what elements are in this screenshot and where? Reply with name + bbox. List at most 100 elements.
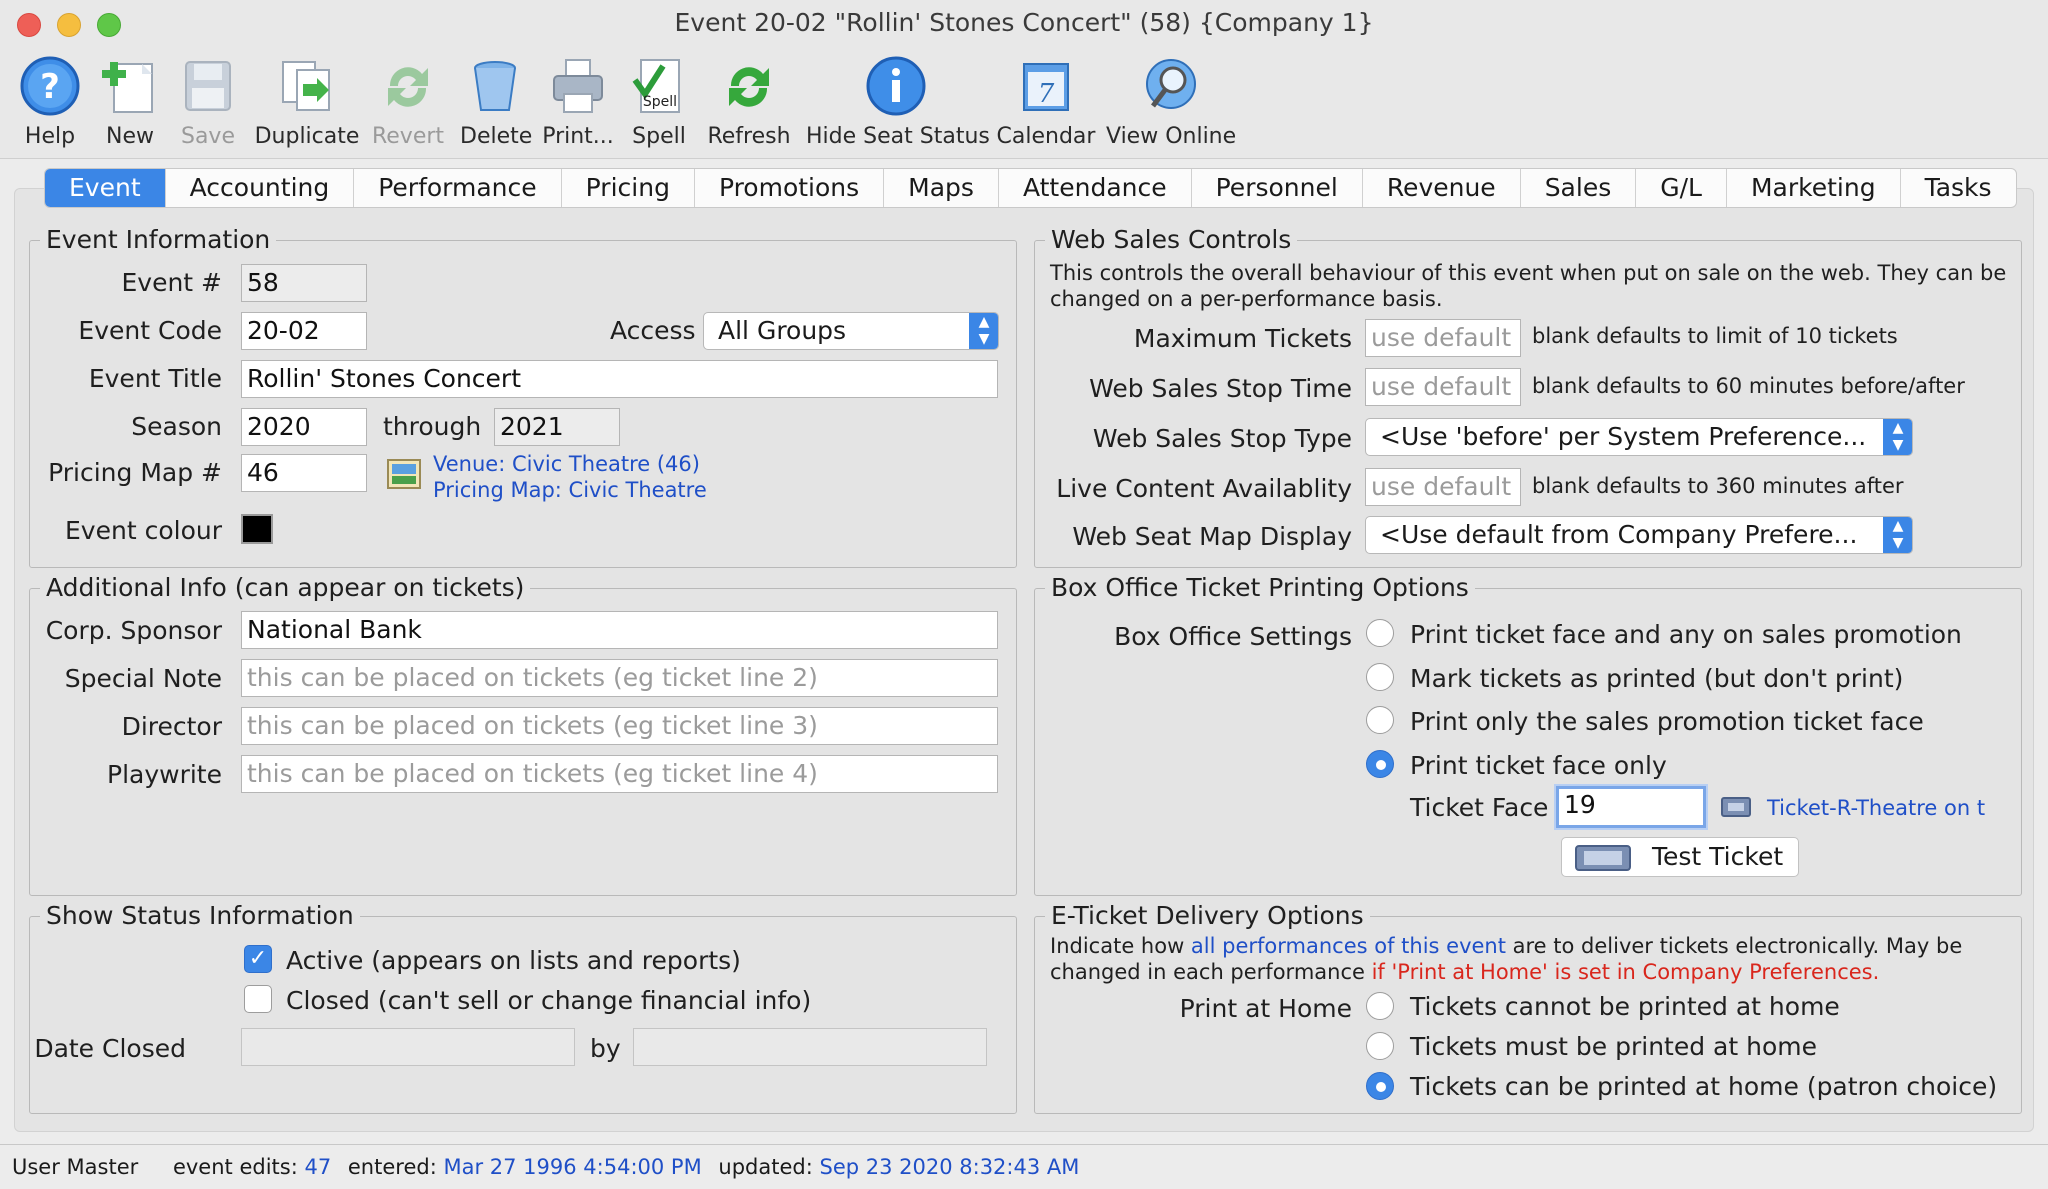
season-to-field[interactable]: 2021 [494,408,620,446]
box-office-option-label[interactable]: Mark tickets as printed (but don't print… [1410,664,1903,693]
box-office-option-label[interactable]: Print only the sales promotion ticket fa… [1410,707,1924,736]
tab-event[interactable]: Event [45,169,166,207]
tab-promotions[interactable]: Promotions [695,169,885,207]
box-office-option-radio[interactable] [1366,750,1394,778]
ticket-face-link[interactable]: Ticket-R-Theatre on t [1767,796,1985,820]
test-ticket-button[interactable]: Test Ticket [1561,837,1799,877]
active-label[interactable]: Active (appears on lists and reports) [286,946,741,975]
duplicate-button[interactable]: Duplicate [254,54,360,152]
tab-pricing[interactable]: Pricing [562,169,695,207]
box-office-title: Box Office Ticket Printing Options [1045,573,1475,602]
revert-button[interactable]: Revert [370,54,446,152]
live-content-field[interactable]: use default [1365,468,1521,506]
playwrite-field[interactable]: this can be placed on tickets (eg ticket… [241,755,998,793]
access-select[interactable]: All Groups ▲ ▼ [703,312,999,350]
access-label: Access [610,316,696,345]
tab-accounting[interactable]: Accounting [166,169,355,207]
venue-link[interactable]: Venue: Civic Theatre (46) [433,452,700,476]
ticket-face-field[interactable]: 19 [1556,786,1706,828]
spell-button[interactable]: Spell Spell [626,54,692,152]
tab-gl[interactable]: G/L [1636,169,1727,207]
box-office-option-radio[interactable] [1366,706,1394,734]
tab-attendance[interactable]: Attendance [999,169,1192,207]
season-label: Season [131,412,222,441]
web-sales-controls-title: Web Sales Controls [1045,225,1298,254]
tab-maps[interactable]: Maps [884,169,999,207]
calendar-icon: 7 [1023,63,1069,111]
box-office-option-label[interactable]: Print ticket face and any on sales promo… [1410,620,1962,649]
director-field[interactable]: this can be placed on tickets (eg ticket… [241,707,998,745]
window-title: Event 20-02 "Rollin' Stones Concert" (58… [674,8,1374,37]
new-icon [102,62,153,113]
venue-map-icon[interactable] [386,456,422,492]
hide-seat-status-button[interactable]: Hide Seat Status [806,54,990,152]
updated-date: Sep 23 2020 8:32:43 AM [819,1155,1080,1179]
seat-map-display-label: Web Seat Map Display [1072,522,1352,551]
event-colour-swatch[interactable] [241,514,273,544]
corp-sponsor-field[interactable]: National Bank [241,611,998,649]
tab-bar: Event Accounting Performance Pricing Pro… [44,168,2017,208]
svg-text:?: ? [40,67,60,107]
all-performances-link[interactable]: all performances of this event [1191,934,1506,958]
print-at-home-label: Print at Home [1179,994,1352,1023]
seat-map-display-select[interactable]: <Use default from Company Prefere... ▲ ▼ [1365,516,1913,554]
event-title-label: Event Title [88,364,222,393]
closed-checkbox[interactable] [244,985,272,1013]
stop-time-label: Web Sales Stop Time [1089,374,1352,403]
save-button[interactable]: Save [172,54,244,152]
print-at-home-option-label[interactable]: Tickets cannot be printed at home [1410,992,1840,1021]
event-code-field[interactable]: 20-02 [241,312,367,350]
box-office-option-radio[interactable] [1366,619,1394,647]
closed-label[interactable]: Closed (can't sell or change financial i… [286,986,811,1015]
view-online-button[interactable]: View Online [1106,54,1236,152]
tab-tasks[interactable]: Tasks [1901,169,2016,207]
refresh-button[interactable]: Refresh [704,54,794,152]
event-number-label: Event # [121,268,222,297]
stop-time-field[interactable]: use default [1365,368,1521,406]
box-office-option-label[interactable]: Print ticket face only [1410,751,1667,780]
status-bar: User Master event edits: 47 entered: Mar… [0,1144,2048,1188]
tab-revenue[interactable]: Revenue [1363,169,1521,207]
print-at-home-option-label[interactable]: Tickets can be printed at home (patron c… [1410,1072,1997,1101]
active-checkbox[interactable]: ✓ [244,945,272,973]
special-note-field[interactable]: this can be placed on tickets (eg ticket… [241,659,998,697]
svg-text:Spell: Spell [643,94,677,110]
print-at-home-option-label[interactable]: Tickets must be printed at home [1410,1032,1817,1061]
pricing-map-link[interactable]: Pricing Map: Civic Theatre [433,478,707,502]
new-button[interactable]: New [94,54,166,152]
date-closed-field[interactable] [241,1028,575,1066]
calendar-button[interactable]: 7 Calendar [996,54,1096,152]
through-label: through [383,412,482,441]
stop-time-note: blank defaults to 60 minutes before/afte… [1532,374,1965,398]
print-at-home-radio[interactable] [1366,1032,1394,1060]
save-icon [185,61,231,111]
delete-button[interactable]: Delete [460,54,532,152]
toolbar: ? Help New Save Duplicate Revert Delete … [0,50,2048,158]
eticket-description-line-2: changed in each performance if 'Print at… [1050,960,1880,984]
tab-performance[interactable]: Performance [354,169,562,207]
closed-by-field[interactable] [633,1028,987,1066]
live-content-label: Live Content Availablity [1056,474,1352,503]
help-button[interactable]: ? Help [14,54,86,152]
season-from-field[interactable]: 2020 [241,408,367,446]
box-office-option-radio[interactable] [1366,663,1394,691]
entered-date: Mar 27 1996 4:54:00 PM [443,1155,702,1179]
print-button[interactable]: Print... [540,54,616,152]
pricing-map-field[interactable]: 46 [241,454,367,492]
tab-sales[interactable]: Sales [1521,169,1637,207]
select-arrows-icon: ▲ ▼ [1883,517,1912,553]
corp-sponsor-label: Corp. Sponsor [45,616,222,645]
tab-personnel[interactable]: Personnel [1192,169,1363,207]
max-tickets-field[interactable]: use default [1365,319,1521,357]
max-tickets-note: blank defaults to limit of 10 tickets [1532,324,1898,348]
print-at-home-radio[interactable] [1366,1072,1394,1100]
stop-type-select[interactable]: <Use 'before' per System Preference... ▲… [1365,418,1913,456]
toolbar-divider [0,158,2048,159]
tab-marketing[interactable]: Marketing [1727,169,1901,207]
by-label: by [590,1034,621,1063]
print-at-home-radio[interactable] [1366,992,1394,1020]
event-title-field[interactable]: Rollin' Stones Concert [241,360,998,398]
ticket-icon[interactable] [1720,794,1752,820]
title-bar: Event 20-02 "Rollin' Stones Concert" (58… [0,0,2048,50]
duplicate-icon [282,61,330,111]
